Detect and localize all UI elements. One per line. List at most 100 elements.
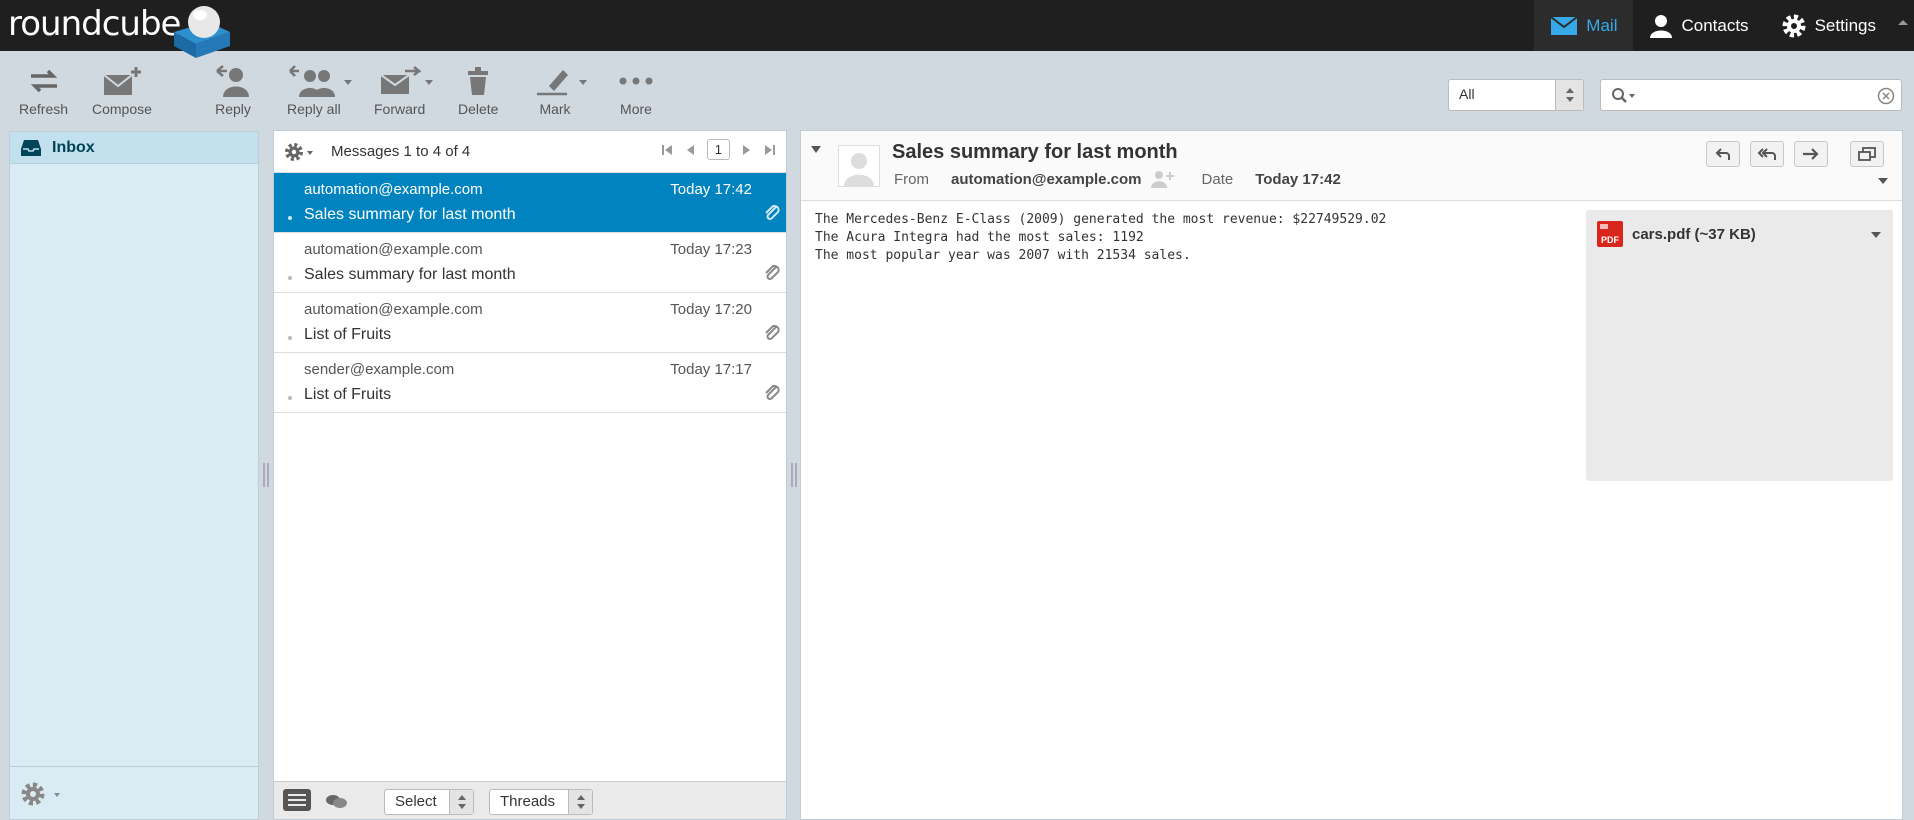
list-view-icon[interactable] [282,788,312,812]
message-date: Today 17:42 [670,181,752,198]
attachment-paperclip-icon [765,384,780,400]
more-dots-icon [619,77,653,85]
search-box[interactable] [1600,79,1902,111]
message-status-dot[interactable] [288,276,292,280]
header-more-caret[interactable] [1878,178,1888,184]
message-body: The Mercedes-Benz E-Class (2009) generat… [815,211,1386,265]
roundcube-logo[interactable]: roundcube [8,2,230,58]
preview-actions [1706,141,1884,167]
first-page-icon[interactable] [661,144,673,156]
forward-button[interactable]: Forward [374,63,433,123]
filter-selected-value: All [1459,86,1475,102]
compose-button[interactable]: Compose [92,63,152,123]
add-contact-icon[interactable] [1150,170,1174,188]
message-date: Today 17:17 [670,361,752,378]
message-list-splitter[interactable] [791,463,797,487]
message-status-dot[interactable] [288,216,292,220]
folder-pane-footer [10,766,258,819]
attachment-menu-caret[interactable] [1871,232,1881,238]
preview-reply-button[interactable] [1706,141,1740,167]
mail-icon [1550,15,1578,35]
message-row[interactable]: automation@example.com Today 17:23 Sales… [274,233,786,293]
reply-all-arrow-icon [1757,148,1776,160]
message-from: automation@example.com [304,181,483,198]
pdf-file-icon: PDF [1597,221,1623,247]
folder-list-splitter[interactable] [263,463,269,487]
new-window-icon [1858,147,1876,161]
message-subject: Sales summary for last month [304,206,516,223]
message-header: Sales summary for last month From automa… [801,131,1902,201]
list-options-gear-icon[interactable] [284,141,318,163]
updown-arrows-icon [1566,88,1574,102]
body-line: The Mercedes-Benz E-Class (2009) generat… [815,212,1387,227]
message-preview-pane: Sales summary for last month From automa… [800,130,1903,820]
search-icon[interactable] [1611,87,1637,105]
attachment-name: cars.pdf (~37 KB) [1632,225,1756,243]
preview-forward-button[interactable] [1794,141,1828,167]
logo-text: roundcube [8,4,181,44]
message-from: sender@example.com [304,361,455,378]
refresh-button[interactable]: Refresh [19,63,68,123]
reply-all-button[interactable]: Reply all [287,63,352,123]
folder-pane: Inbox [9,131,259,820]
message-from: automation@example.com [304,301,483,318]
compose-label: Compose [92,101,152,117]
from-label: From [894,170,929,188]
message-from: automation@example.com [304,241,483,258]
threads-dropdown[interactable]: Threads [489,789,593,815]
more-label: More [620,101,652,117]
gear-icon [1782,14,1806,37]
message-status-dot[interactable] [288,396,292,400]
message-subject: List of Fruits [304,326,392,343]
message-row[interactable]: automation@example.com Today 17:42 Sales… [274,173,786,233]
trash-icon [468,67,489,95]
nav-mail[interactable]: Mail [1534,0,1634,51]
top-bar: roundcube Mail Contacts Settings [0,0,1914,58]
highlighter-icon [537,70,568,96]
attachment-item[interactable]: PDF cars.pdf (~37 KB) [1596,220,1756,248]
folder-settings-gear-icon[interactable] [20,781,62,807]
next-page-icon[interactable] [742,144,752,156]
delete-button[interactable]: Delete [458,63,498,123]
more-button[interactable]: More [618,63,654,123]
pager: 1 [661,139,776,160]
page-number-input[interactable]: 1 [706,139,730,160]
clear-search-icon[interactable] [1877,87,1895,105]
default-avatar-icon [844,153,874,186]
nav-contacts[interactable]: Contacts [1633,0,1764,51]
reply-arrow-icon [1715,148,1730,160]
last-page-icon[interactable] [764,144,776,156]
person-icon [1650,14,1673,38]
message-row[interactable]: sender@example.com Today 17:17 List of F… [274,353,786,413]
attachment-paperclip-icon [765,324,780,340]
svg-text:PDF: PDF [1601,235,1620,245]
nav-contacts-label: Contacts [1681,15,1749,35]
attachment-pane: PDF cars.pdf (~37 KB) [1586,210,1893,481]
attachment-paperclip-icon [765,264,780,280]
threads-view-icon[interactable] [324,792,348,810]
prev-page-icon[interactable] [685,144,695,156]
search-input[interactable] [1641,84,1871,106]
header-toggle-icon[interactable] [811,146,821,153]
body-line: The most popular year was 2007 with 2153… [815,248,1191,263]
forward-arrow-icon [1803,148,1819,160]
from-address[interactable]: automation@example.com [951,171,1142,188]
nav-collapse-caret[interactable] [1892,0,1914,51]
nav-settings[interactable]: Settings [1765,0,1892,51]
reply-button[interactable]: Reply [215,63,251,123]
attachment-paperclip-icon [765,204,780,220]
filter-select[interactable]: All [1448,79,1584,111]
message-meta: From automation@example.com Date Today 1… [894,170,1341,188]
open-in-new-window-button[interactable] [1850,141,1884,167]
message-status-dot[interactable] [288,336,292,340]
updown-arrows-icon [458,795,466,809]
folder-inbox[interactable]: Inbox [10,132,258,164]
select-dropdown[interactable]: Select [384,789,474,815]
message-subject: Sales summary for last month [304,266,516,283]
reply-all-label: Reply all [287,101,341,117]
message-row[interactable]: automation@example.com Today 17:20 List … [274,293,786,353]
mark-button[interactable]: Mark [535,63,587,123]
forward-label: Forward [374,101,426,117]
reply-icon [216,65,249,97]
preview-reply-all-button[interactable] [1750,141,1784,167]
